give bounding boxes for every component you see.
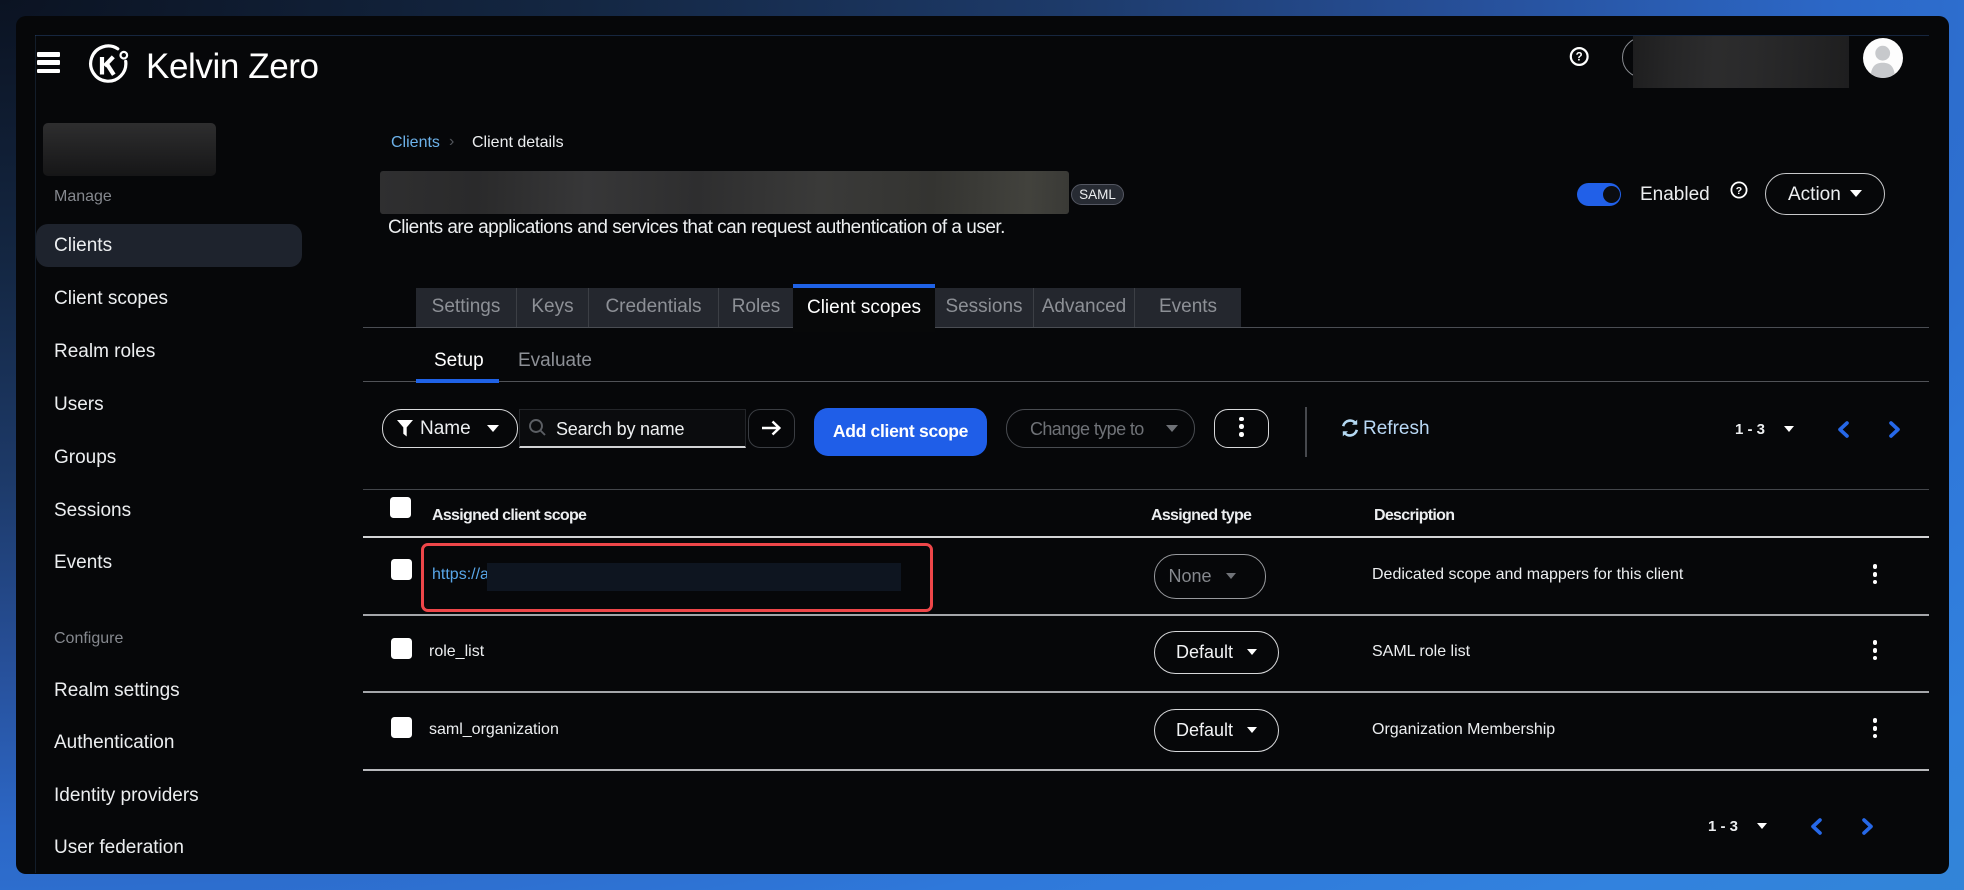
svg-text:?: ? [1736,185,1742,197]
svg-text:?: ? [1576,52,1583,64]
